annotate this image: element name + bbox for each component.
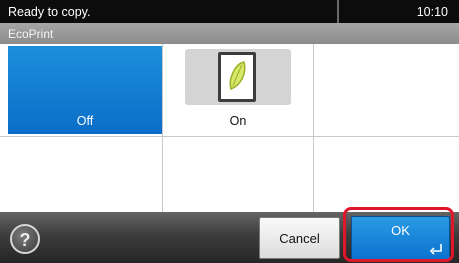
option-grid: Off On [0,44,459,212]
help-button[interactable]: ? [10,224,40,254]
title-bar: EcoPrint [0,23,459,44]
clock: 10:10 [416,5,448,19]
page-title: EcoPrint [8,27,54,41]
grid-divider [0,136,459,137]
copier-touch-panel: Ready to copy. 10:10 EcoPrint Off On ? C… [0,0,459,263]
grid-divider [313,44,314,212]
status-divider [337,0,339,23]
option-on-label: On [229,114,247,128]
status-bar: Ready to copy. 10:10 [0,0,459,23]
cancel-label: Cancel [279,231,320,246]
cancel-button[interactable]: Cancel [259,217,340,259]
option-off-label: Off [76,114,94,128]
ok-highlight-frame [343,207,454,262]
ecoprint-icon [218,52,256,102]
question-mark-icon: ? [19,230,31,250]
status-message: Ready to copy. [8,5,91,19]
option-on-button[interactable]: On [163,46,313,134]
option-off-button[interactable]: Off [8,46,162,134]
